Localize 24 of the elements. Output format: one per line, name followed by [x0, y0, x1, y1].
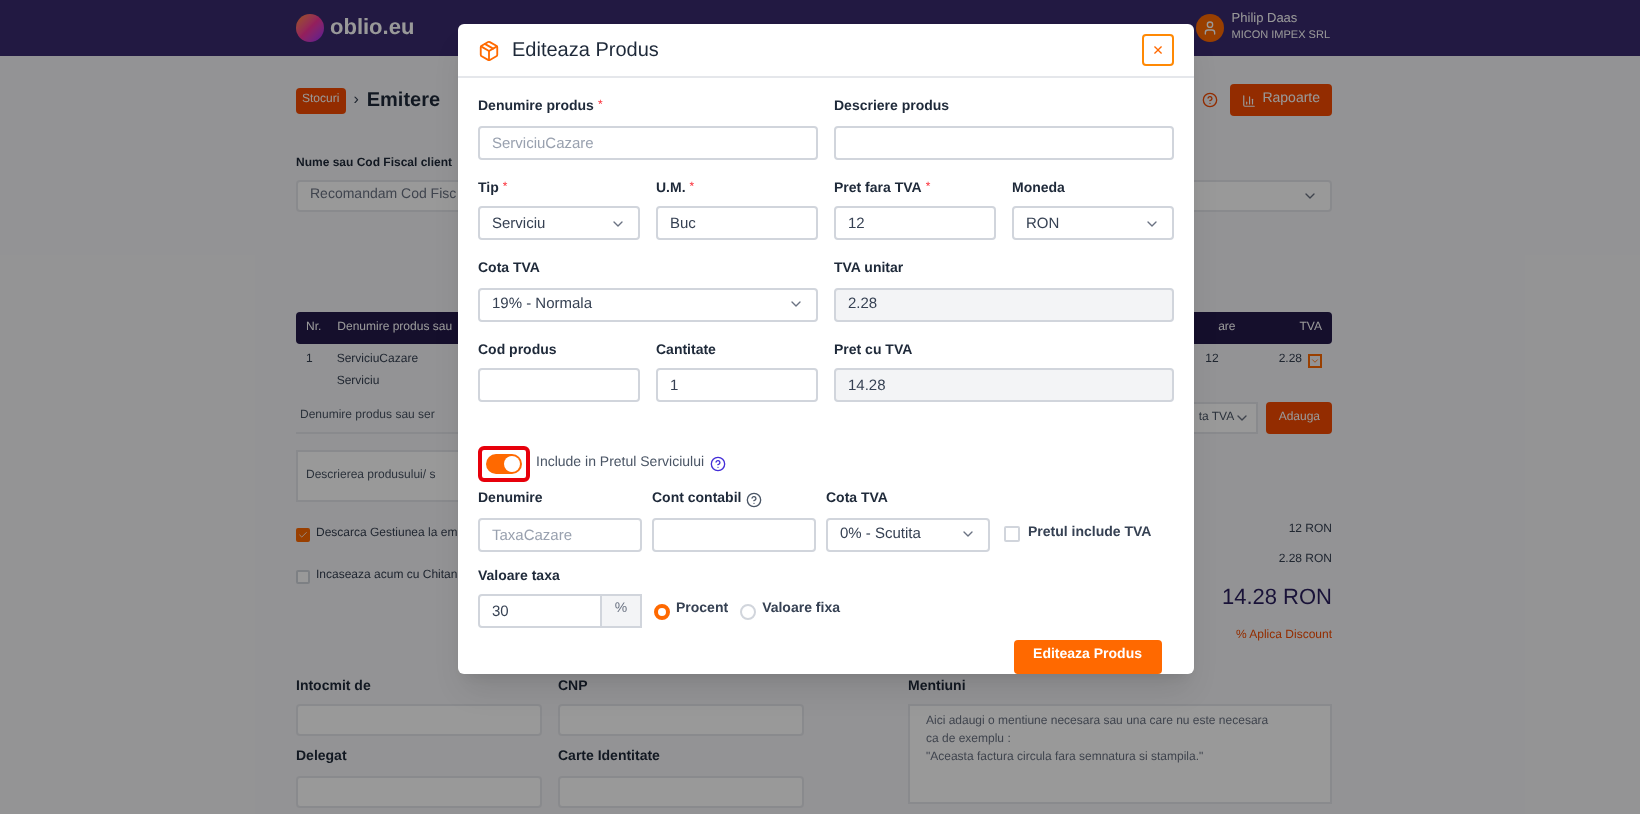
text-area[interactable]	[834, 125, 1174, 159]
chevron-icon	[1234, 410, 1251, 426]
radio-button[interactable]	[740, 603, 757, 619]
input-field[interactable]	[652, 517, 816, 551]
radio-button[interactable]	[654, 603, 670, 619]
chart-icon	[1242, 93, 1257, 107]
chevron-icon	[960, 526, 976, 542]
input-field[interactable]	[478, 368, 640, 402]
dropdown-icon[interactable]	[1308, 354, 1322, 368]
chevron-icon	[788, 296, 804, 312]
dialog-title: Editeaza Produs	[512, 37, 659, 65]
checkbox[interactable]	[1004, 526, 1020, 542]
checkbox[interactable]	[296, 528, 310, 542]
toggle-switch[interactable]	[486, 454, 522, 474]
help-icon[interactable]	[710, 456, 727, 472]
breadcrumb-separator: ›	[353, 88, 359, 112]
help-icon[interactable]	[745, 492, 762, 509]
logo-text: oblio.eu	[330, 13, 415, 44]
chevron-icon	[1302, 188, 1318, 204]
total-amount: 14.28 RON	[1221, 584, 1332, 614]
checkbox[interactable]	[296, 570, 310, 584]
box-icon	[478, 39, 500, 61]
page-title: Emitere	[366, 87, 441, 115]
logo-icon	[296, 14, 324, 42]
